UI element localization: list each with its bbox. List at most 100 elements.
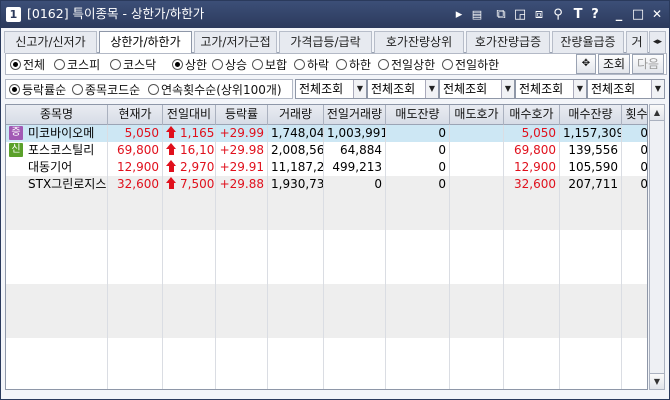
select-value: 전체조회 [591,82,636,96]
tab-near-high-low[interactable]: 고가/저가근접 [194,31,277,53]
gridline [503,125,504,389]
restore-icon[interactable]: ⧈ [531,6,547,23]
maximize-icon[interactable]: □ [630,6,646,23]
cell-text: 1,157,309 [563,126,622,140]
gridline [162,125,163,389]
radio-dot [54,59,65,70]
radio-limit-down[interactable]: 하한 [336,57,371,73]
cell-text: 5,050 [521,126,556,140]
cell-prev-volume: 64,884 [324,142,386,159]
radio-kosdaq[interactable]: 코스닥 [110,57,156,73]
play-icon[interactable]: ▸ [451,6,467,23]
cell-text: 0 [438,160,446,174]
tab-truncated[interactable]: 거 [626,31,648,53]
radio-dot [172,59,183,70]
radio-prev-limit-down[interactable]: 전일하한 [442,57,499,73]
column-header-change[interactable]: 전일대비 [163,105,216,125]
arrow-up-icon [166,177,177,189]
cell-text: +29.88 [219,177,264,191]
tab-new-high-low[interactable]: 신고가/신저가 [4,31,97,53]
tab-limit-up-down[interactable]: 상한가/하한가 [99,31,192,54]
cell-sell-qty: 0 [386,125,450,142]
tab-scroll-arrows[interactable]: ◂▸ [649,31,666,53]
cell-text: 0 [438,177,446,191]
cell-prev-volume: 499,213 [324,159,386,176]
cell-rate: +29.88 [216,176,268,193]
column-header-buy-price[interactable]: 매수호가 [504,105,560,125]
settings-icon[interactable]: ✥ [576,54,596,74]
column-header-name[interactable]: 종목명 [6,105,108,125]
tab-price-surge-plunge[interactable]: 가격급등/급락 [279,31,372,53]
column-header-rate[interactable]: 등락률 [216,105,268,125]
radio-limit-up[interactable]: 상한 [172,57,207,73]
select-value: 전체조회 [519,82,564,96]
table-row[interactable]: 대동기어 12,900 2,970 +29.91 11,187,207 499,213 0 1… [6,159,648,176]
row-band [6,284,647,338]
radio-sort-rate[interactable]: 등락률순 [9,82,66,98]
column-header-buy-qty[interactable]: 매수잔량 [560,105,622,125]
font-icon[interactable]: T [570,6,586,23]
filter-select-3[interactable]: 전체조회 ▼ [439,79,515,99]
tab-residual-rate-surge[interactable]: 잔량율급증 [552,31,624,53]
radio-fall[interactable]: 하락 [294,57,329,73]
cell-price: 12,900 [108,159,163,176]
filter-select-1[interactable]: 전체조회 ▼ [295,79,367,99]
scroll-down-icon[interactable]: ▼ [650,373,664,389]
table-row[interactable]: 증 미코바이오메 5,050 1,165 +29.99 1,748,0451,003,99… [6,125,647,142]
column-header-volume[interactable]: 거래량 [268,105,324,125]
column-header-sell-price[interactable]: 매도호가 [450,105,504,125]
cell-change: 1,165 [163,125,216,142]
tab-order-book-surge[interactable]: 호가잔량급증 [466,31,550,53]
radio-dot [378,59,389,70]
cell-change: 2,970 [163,159,216,176]
radio-sort-code[interactable]: 종목코드순 [72,82,140,98]
column-header-count[interactable]: 횟수 [622,105,647,125]
close-icon[interactable]: ✕ [649,6,665,23]
cell-text: 2,008,567 [271,143,324,157]
radio-rise[interactable]: 상승 [212,57,247,73]
filter-select-2[interactable]: 전체조회 ▼ [367,79,439,99]
cell-change: 7,500 [163,176,216,193]
minimize-icon[interactable]: _ [611,6,627,23]
radio-market-all[interactable]: 전체 [10,57,45,73]
radio-kospi[interactable]: 코스피 [54,57,100,73]
column-header-price[interactable]: 현재가 [108,105,163,125]
radio-sort-consecutive[interactable]: 연속횟수순(상위100개) [148,82,282,98]
select-value: 전체조회 [443,82,488,96]
table-row[interactable]: 신 포스코스틸리 69,800 16,100 +29.98 2,008,567 64,884… [6,142,647,159]
cell-text: 0 [640,160,648,174]
cell-name: 증 미코바이오메 [6,125,108,142]
radio-label: 상한 [185,58,208,72]
cell-text: 12,900 [117,160,159,174]
cell-text: 64,884 [340,143,382,157]
popout-icon[interactable]: ◲ [512,6,528,23]
pin-icon[interactable]: ⚲ [550,6,566,23]
vertical-scrollbar[interactable]: ▲ ▼ [649,104,665,390]
radio-prev-limit-up[interactable]: 전일상한 [378,57,435,73]
link-icon[interactable]: ⧉ [493,6,509,23]
column-header-prev-volume[interactable]: 전일거래량 [324,105,386,125]
scroll-up-icon[interactable]: ▲ [650,105,664,121]
help-icon[interactable]: ? [587,6,603,23]
query-button[interactable]: 조회 [598,54,630,74]
cell-price: 69,800 [108,142,163,159]
tab-order-book-top[interactable]: 호가잔량상위 [374,31,464,53]
radio-label: 전체 [23,58,46,72]
cell-text: +29.98 [219,143,264,157]
column-header-sell-qty[interactable]: 매도잔량 [386,105,450,125]
next-button[interactable]: 다음 [632,54,664,74]
cell-sell-price [450,176,504,193]
table-row[interactable]: STX그린로지스 32,600 7,500 +29.88 1,930,735 0 0 32,6… [6,176,647,193]
cell-buy-qty: 105,590 [560,159,622,176]
filter-select-4[interactable]: 전체조회 ▼ [515,79,587,99]
cell-text: 1,003,991 [327,126,386,140]
radio-label: 연속횟수순(상위100개) [161,83,282,97]
window: 1 [0162] 특이종목 - 상한가/하한가 ▸ ▤ ⧉ ◲ ⧈ ⚲ T ? … [0,0,670,400]
cell-prev-volume: 1,003,991 [324,125,386,142]
filter-select-5[interactable]: 전체조회 ▼ [587,79,665,99]
radio-unchanged[interactable]: 보합 [252,57,287,73]
calendar-icon[interactable]: ▤ [469,6,485,23]
gridline [323,125,324,389]
cell-text: 0 [438,143,446,157]
title-bar[interactable]: 1 [0162] 특이종목 - 상한가/하한가 ▸ ▤ ⧉ ◲ ⧈ ⚲ T ? … [1,1,669,28]
